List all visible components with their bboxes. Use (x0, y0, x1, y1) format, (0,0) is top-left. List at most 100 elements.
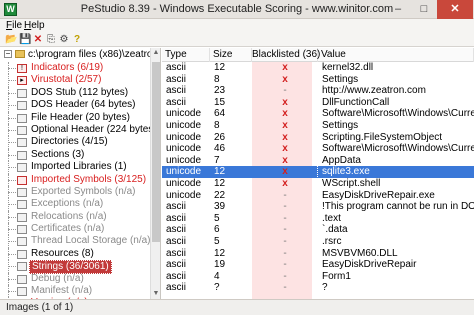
cell-type: ascii (166, 201, 187, 213)
column-type[interactable]: Type (162, 48, 210, 62)
table-row[interactable]: ascii 12 x kernel32.dll (162, 62, 474, 74)
cell-blacklisted: - (283, 247, 287, 259)
tree-item[interactable]: Certificates (n/a) (0, 223, 160, 236)
tree-item[interactable]: ! Indicators (6/19) (0, 62, 160, 75)
menu-bar: File Help (0, 19, 474, 33)
tree-connector (8, 216, 16, 218)
cell-blacklisted: x (282, 108, 288, 120)
cell-type: unicode (166, 143, 202, 155)
cell-size: 22 (214, 189, 226, 201)
cell-blacklisted: x (282, 96, 288, 108)
table-row[interactable]: unicode 46 x Software\Microsoft\Windows\Cur… (162, 143, 474, 155)
tree-item[interactable]: Directories (4/15) (0, 136, 160, 149)
tree-item[interactable]: DOS Header (64 bytes) (0, 99, 160, 112)
cell-value: kernel32.dll (322, 62, 374, 73)
tree-connector (8, 117, 16, 119)
table-row[interactable]: ascii 6 - `.data (162, 224, 474, 236)
table-row[interactable]: ascii 23 - http://www.zeatron.com (162, 85, 474, 97)
scroll-down-icon[interactable]: ▼ (151, 289, 160, 299)
cell-value: Settings (322, 73, 359, 85)
cell-blacklisted: x (282, 166, 288, 178)
tree-item[interactable]: Debug (n/a) (0, 272, 160, 286)
tree-item[interactable]: ▸ Virustotal (2/57) (0, 74, 160, 87)
table-row[interactable]: unicode 26 x Scripting.FileSystemObject (162, 132, 474, 144)
tree-item[interactable]: Thread Local Storage (n/a) (0, 235, 160, 248)
tree-item[interactable]: Relocations (n/a) (0, 210, 160, 224)
table-row[interactable]: ascii 12 - MSVBVM60.DLL (162, 248, 474, 260)
table-row[interactable]: ascii 4 - Form1 (162, 271, 474, 283)
table-row[interactable]: unicode 8 x Settings (162, 120, 474, 132)
tree-root[interactable]: − c:\program files (x86)\zeatron sof (4, 49, 160, 61)
tree-node-icon (17, 262, 27, 272)
tree-node-icon (17, 113, 27, 123)
cell-value: `.data (322, 224, 348, 236)
cell-size: 12 (214, 166, 226, 178)
help-icon[interactable]: ? (71, 34, 83, 46)
tree-item-label: Directories (4/15) (31, 136, 108, 148)
cell-blacklisted: x (282, 131, 288, 143)
table-row[interactable]: ascii 5 - .rsrc (162, 236, 474, 248)
cell-type: unicode (166, 154, 202, 166)
tree-item[interactable]: Imported Libraries (1) (0, 161, 160, 174)
cell-value: EasyDiskDriveRepair.exe (322, 189, 435, 201)
open-folder-icon[interactable]: 📂 (5, 34, 17, 46)
table-row[interactable]: unicode 7 x AppData (162, 155, 474, 167)
tree-item[interactable]: Exported Symbols (n/a) (0, 185, 160, 199)
cell-blacklisted: - (283, 235, 287, 247)
table-row[interactable]: unicode 12 x sqlite3.exe (162, 165, 474, 179)
table-row[interactable]: ascii? -? (162, 282, 474, 294)
tree-node-icon: ! (17, 64, 27, 73)
tree-item[interactable]: Imported Symbols (3/125) (0, 173, 160, 186)
minimize-button[interactable]: – (385, 0, 411, 19)
tree-item-label: Imported Symbols (3/125) (31, 173, 147, 185)
tree-scroll-thumb[interactable] (152, 62, 160, 242)
close-file-icon[interactable]: ✕ (32, 34, 44, 46)
tree-connector (8, 129, 16, 131)
table-body: ascii 12 x kernel32.dll ascii 8 x Settings ascii… (162, 62, 474, 294)
tree-item-label: Manifest (n/a) (31, 285, 93, 297)
settings-gear-icon[interactable]: ⚙ (58, 34, 70, 46)
tree-items: ! Indicators (6/19) ▸ Virustotal (2/57) DOS … (0, 62, 160, 299)
table-row[interactable]: unicode 64 x Software\Microsoft\Windows\Cur… (162, 108, 474, 120)
tree-item[interactable]: Exceptions (n/a) (0, 198, 160, 211)
tree-item[interactable]: Manifest (n/a) (0, 285, 160, 298)
maximize-button[interactable]: □ (411, 0, 437, 19)
menu-file[interactable]: File (6, 20, 22, 31)
tree-item-label: Certificates (n/a) (31, 223, 105, 235)
cell-blacklisted: x (282, 177, 288, 189)
column-size[interactable]: Size (210, 48, 252, 62)
cell-value: sqlite3.exe (317, 165, 474, 179)
tree-scrollbar[interactable]: ▲ ▼ (150, 48, 160, 299)
table-row[interactable]: ascii 8 x Settings (162, 74, 474, 86)
tree-node-icon (17, 101, 27, 111)
cell-value: Software\Microsoft\Windows\CurrentV (322, 108, 474, 120)
table-row[interactable]: ascii 5 - .text (162, 213, 474, 225)
table-row[interactable]: unicode 12 x WScript.shell (162, 178, 474, 190)
table-row[interactable]: ascii 19 - EasyDiskDriveRepair (162, 259, 474, 271)
tree-item[interactable]: File Header (20 bytes) (0, 111, 160, 124)
tree-connector (8, 154, 16, 156)
tree-node-icon (17, 237, 27, 247)
tree-item[interactable]: Optional Header (224 bytes) (0, 123, 160, 137)
table-row[interactable]: ascii 39 - !This program cannot be run in D… (162, 201, 474, 213)
tree-connector (8, 241, 16, 243)
tree-item[interactable]: DOS Stub (112 bytes) (0, 86, 160, 100)
collapse-icon[interactable]: − (4, 50, 12, 59)
close-window-button[interactable]: ✕ (437, 0, 473, 19)
cell-type: ascii (166, 73, 187, 85)
cell-value: Software\Microsoft\Windows\CurrentV (322, 143, 474, 155)
tree-item[interactable]: Strings (36/3061) (0, 260, 160, 275)
tree-item[interactable]: Resources (8) (0, 247, 160, 261)
table-row[interactable]: unicode 22 - EasyDiskDriveRepair.exe (162, 190, 474, 202)
copy-icon[interactable]: ⎘ (45, 34, 57, 46)
column-blacklisted[interactable]: Blacklisted (36) (252, 48, 320, 62)
table-row[interactable]: ascii 15 x DllFunctionCall (162, 97, 474, 109)
tree-item[interactable]: Sections (3) (0, 148, 160, 162)
column-value[interactable]: Value (318, 48, 474, 62)
cell-value: http://www.zeatron.com (322, 85, 426, 97)
save-icon[interactable]: 💾 (19, 34, 31, 46)
cell-value: ? (322, 282, 328, 294)
cell-blacklisted: - (283, 201, 287, 213)
menu-help[interactable]: Help (24, 20, 45, 31)
scroll-up-icon[interactable]: ▲ (151, 48, 160, 58)
